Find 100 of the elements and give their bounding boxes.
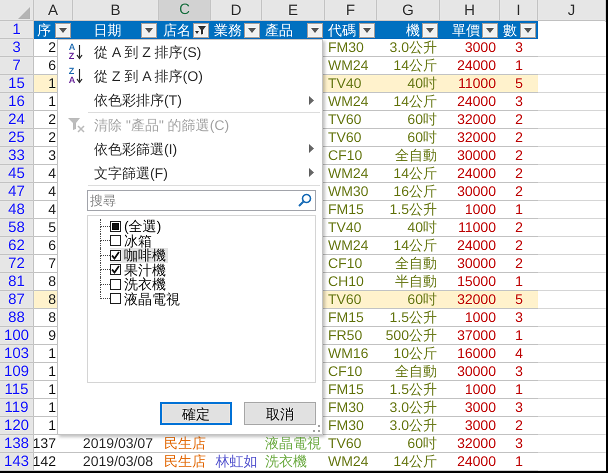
- row-header[interactable]: 87: [0, 291, 34, 309]
- dropdown-arrow-icon: [311, 28, 319, 32]
- row-header[interactable]: 15: [0, 75, 34, 93]
- table-cell: 32000: [440, 111, 500, 129]
- table-cell: 洗衣機: [262, 453, 325, 471]
- row-header[interactable]: 62: [0, 237, 34, 255]
- filter-button[interactable]: [482, 22, 498, 38]
- dialog-button[interactable]: 取消: [244, 402, 316, 425]
- column-title: 日期: [94, 21, 122, 39]
- row-header[interactable]: 81: [0, 273, 34, 291]
- row-header[interactable]: 47: [0, 183, 34, 201]
- column-title: 業務: [214, 21, 242, 39]
- filter-option[interactable]: 果汁機: [110, 262, 168, 277]
- filter-option[interactable]: 冰箱: [110, 234, 154, 248]
- table-cell: WM24: [325, 237, 377, 255]
- table-cell: 24000: [440, 165, 500, 183]
- search-field[interactable]: 搜尋: [87, 190, 316, 211]
- filter-button[interactable]: [307, 22, 323, 38]
- table-cell: 3: [500, 399, 538, 417]
- table-cell: 11000: [440, 75, 500, 93]
- filter-icon: [195, 25, 207, 35]
- dropdown-arrow-icon: [59, 28, 67, 32]
- select-all-icon: [17, 6, 30, 19]
- filter-option[interactable]: 洗衣機: [110, 277, 168, 292]
- column-header[interactable]: J: [538, 0, 606, 22]
- checkbox[interactable]: [110, 264, 121, 276]
- table-cell: 3: [500, 39, 538, 57]
- table-cell: 5: [500, 291, 538, 309]
- table-cell: 32000: [440, 129, 500, 147]
- filter-option[interactable]: 咖啡機: [110, 248, 168, 262]
- table-cell: 2: [500, 237, 538, 255]
- row-header[interactable]: 100: [0, 327, 34, 345]
- row-header[interactable]: 45: [0, 165, 34, 183]
- table-cell: 40吋: [377, 75, 440, 93]
- row-header[interactable]: 119: [0, 399, 34, 417]
- table-cell: 24000: [440, 237, 500, 255]
- filter-button[interactable]: [193, 22, 209, 38]
- row-header[interactable]: 33: [0, 147, 34, 165]
- table-cell: 142: [34, 453, 73, 471]
- filter-button[interactable]: [141, 22, 157, 38]
- table-cell: FM30: [325, 417, 377, 435]
- table-cell: FM15: [325, 201, 377, 219]
- table-cell: 2: [500, 147, 538, 165]
- row-header[interactable]: 88: [0, 309, 34, 327]
- row-header[interactable]: 1: [0, 21, 34, 39]
- row-header[interactable]: 109: [0, 363, 34, 381]
- dialog-button[interactable]: 確定: [160, 402, 232, 425]
- table-cell: 60吋: [377, 111, 440, 129]
- dropdown-arrow-icon: [145, 28, 153, 32]
- filter-button[interactable]: [359, 22, 375, 38]
- row-header[interactable]: 58: [0, 219, 34, 237]
- row-header[interactable]: 103: [0, 345, 34, 363]
- column-title: 數: [503, 21, 517, 39]
- filter-button[interactable]: [244, 22, 260, 38]
- column-title: 代碼: [328, 21, 356, 39]
- table-cell: FM30: [325, 39, 377, 57]
- clear-filter-icon: [67, 116, 85, 132]
- filter-option[interactable]: 液晶電視: [110, 292, 182, 306]
- table-cell: WM16: [325, 345, 377, 363]
- table-cell: TV40: [325, 219, 377, 237]
- checkbox[interactable]: [110, 220, 121, 232]
- table-cell: 3: [500, 93, 538, 111]
- row-header[interactable]: 120: [0, 417, 34, 435]
- row-header[interactable]: 48: [0, 201, 34, 219]
- row-header[interactable]: 16: [0, 93, 34, 111]
- row-header[interactable]: 143: [0, 453, 34, 471]
- checkbox[interactable]: [110, 235, 121, 246]
- checkbox[interactable]: [110, 250, 121, 261]
- table-cell: 1000: [440, 381, 500, 399]
- filter-button[interactable]: [422, 22, 438, 38]
- column-header[interactable]: C: [159, 0, 211, 22]
- table-cell: 全自動: [377, 147, 440, 165]
- column-title: 序: [37, 21, 51, 39]
- filter-option[interactable]: (全選): [110, 219, 164, 234]
- row-header[interactable]: 24: [0, 111, 34, 129]
- table-cell: 14公斤: [377, 237, 440, 255]
- submenu-arrow-icon: [308, 168, 314, 177]
- checkbox[interactable]: [110, 278, 121, 290]
- row-header[interactable]: 72: [0, 255, 34, 273]
- table-cell: CF10: [325, 363, 377, 381]
- table-cell: 60吋: [377, 291, 440, 309]
- dropdown-arrow-icon: [248, 28, 256, 32]
- table-cell: 2: [500, 111, 538, 129]
- table-cell: 1: [500, 381, 538, 399]
- row-header[interactable]: 7: [0, 57, 34, 75]
- row-header[interactable]: 25: [0, 129, 34, 147]
- row-header[interactable]: 115: [0, 381, 34, 399]
- checkbox[interactable]: [110, 293, 121, 304]
- row-header[interactable]: 138: [0, 435, 34, 453]
- table-cell: 30000: [440, 183, 500, 201]
- table-cell: 3000: [440, 417, 500, 435]
- filter-button[interactable]: [55, 22, 71, 38]
- table-cell: 3.0公升: [377, 417, 440, 435]
- filter-button[interactable]: [520, 22, 536, 38]
- table-cell: TV60: [325, 111, 377, 129]
- table-cell: 3.0公升: [377, 39, 440, 57]
- table-cell: 60吋: [377, 129, 440, 147]
- table-cell: FM15: [325, 381, 377, 399]
- row-header[interactable]: 3: [0, 39, 34, 57]
- table-cell: 11000: [440, 219, 500, 237]
